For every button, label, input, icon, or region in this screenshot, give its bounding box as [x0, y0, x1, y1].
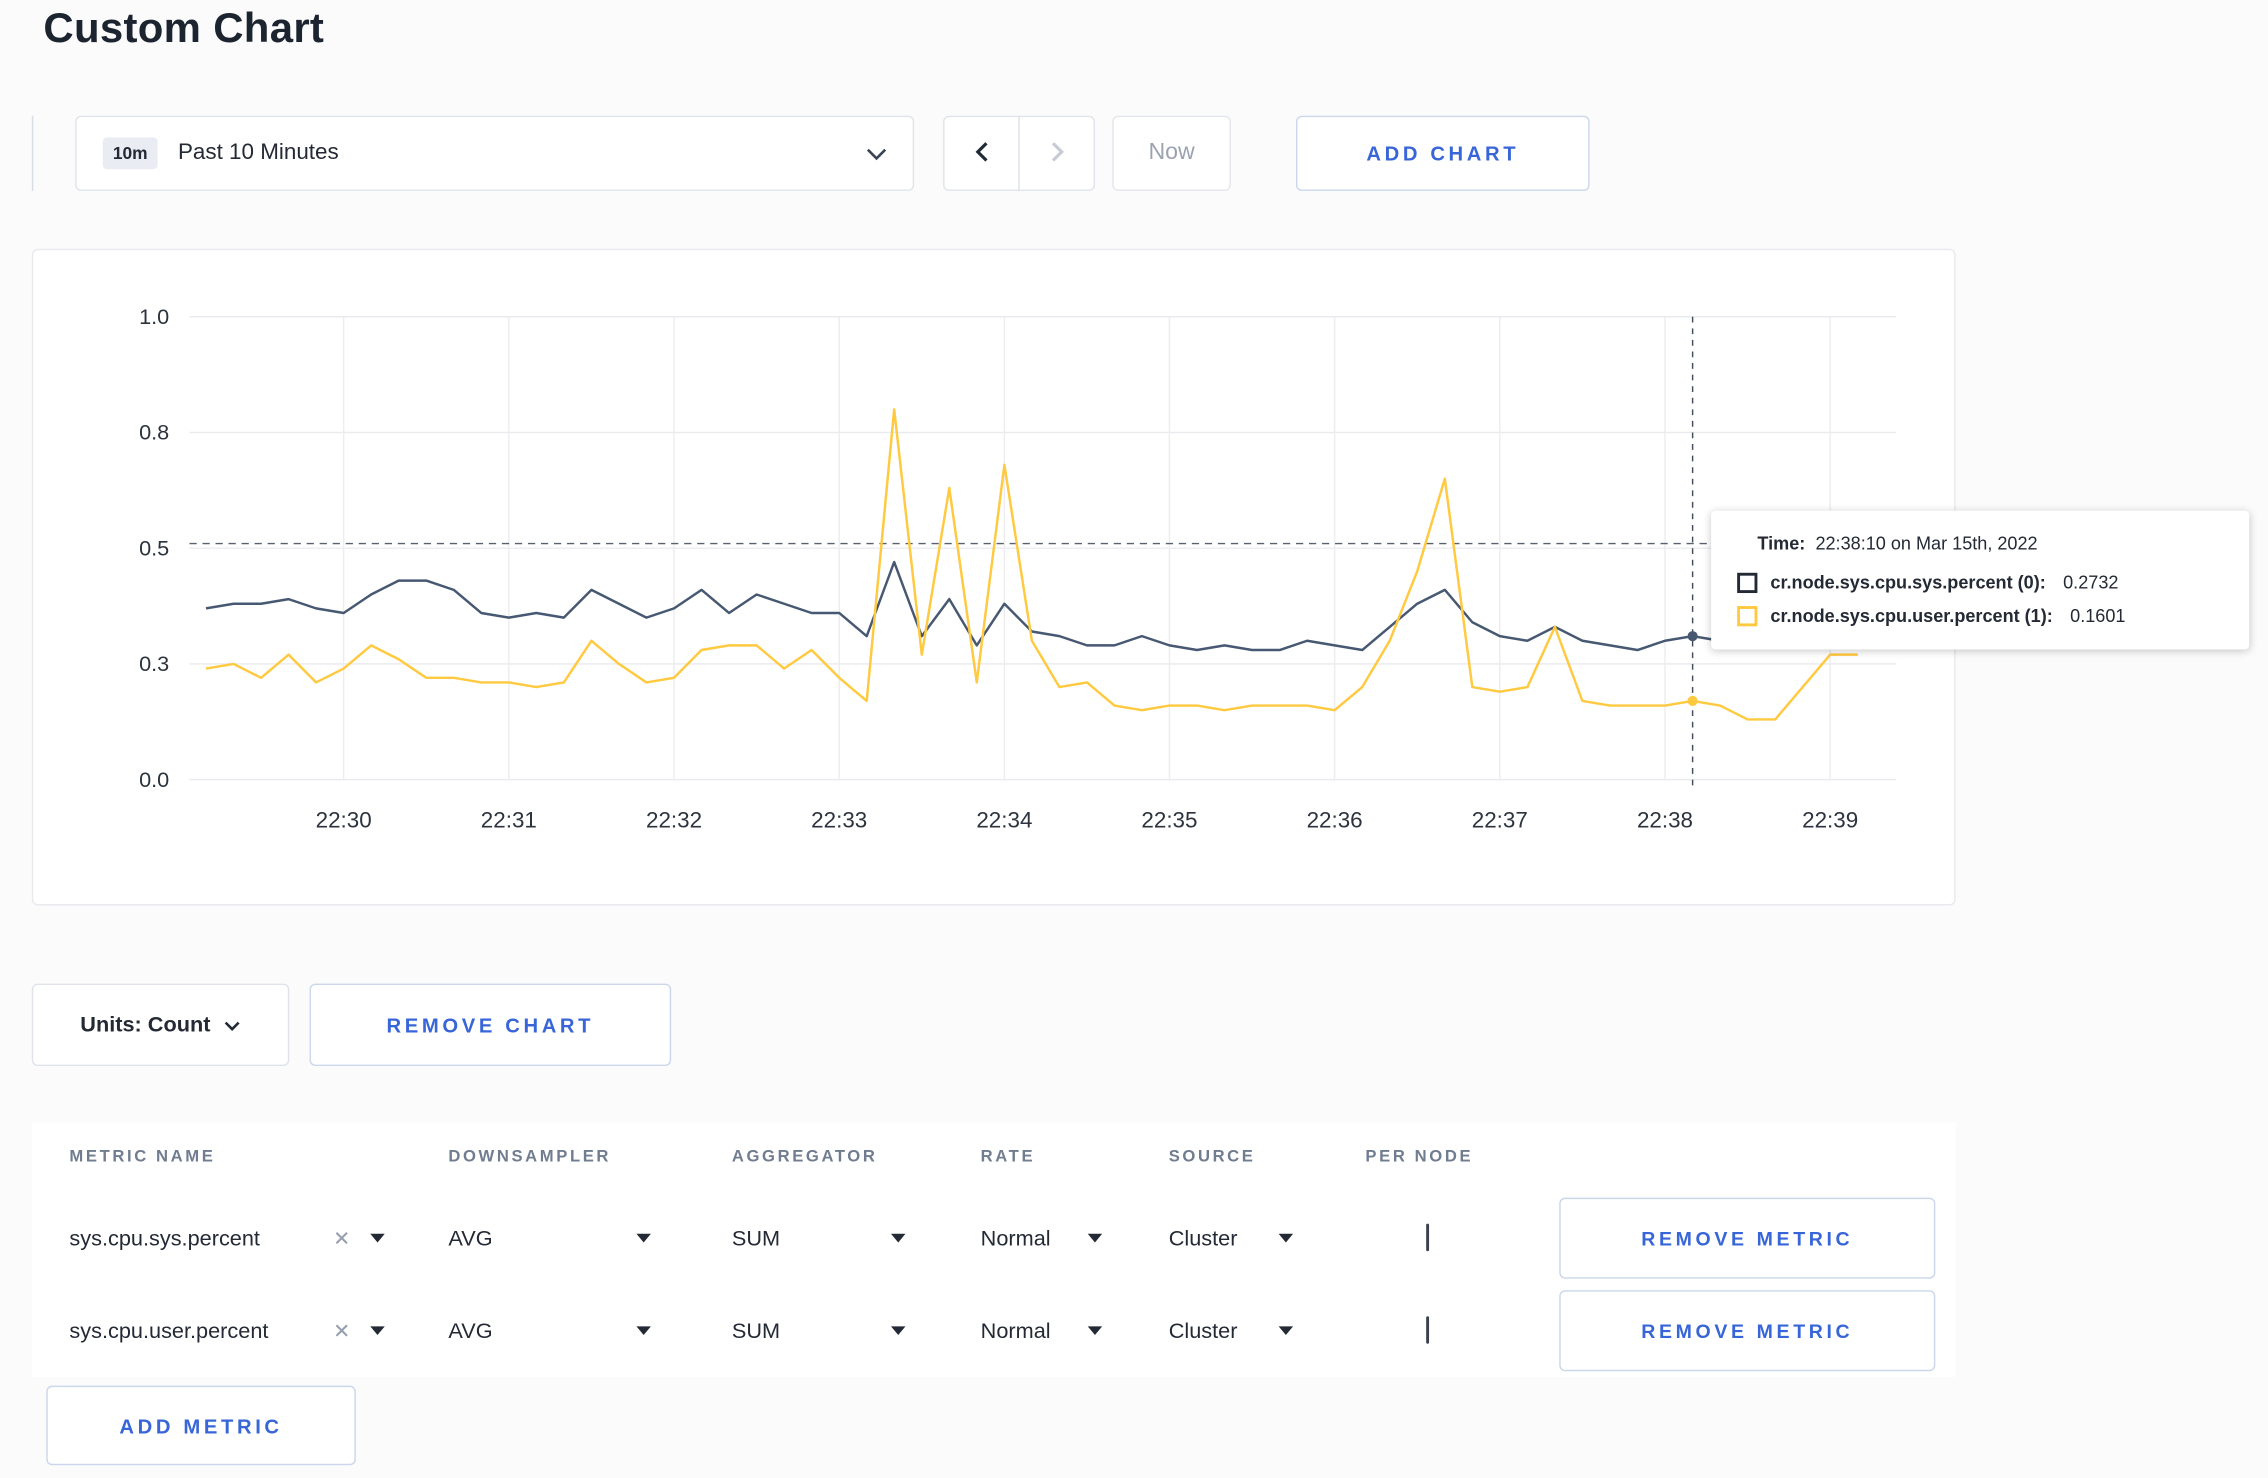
- toolbar: 10m Past 10 Minutes Now ADD CHART: [31, 115, 1590, 191]
- now-button[interactable]: Now: [1112, 115, 1231, 191]
- metric-name-value: sys.cpu.sys.percent: [69, 1225, 260, 1251]
- tooltip-series-row: cr.node.sys.cpu.user.percent (1): 0.1601: [1737, 606, 2223, 627]
- time-range-badge: 10m: [102, 137, 158, 170]
- rate-select[interactable]: Normal: [980, 1225, 1103, 1251]
- svg-text:1.0: 1.0: [139, 304, 169, 329]
- series-swatch-user-icon: [1737, 606, 1758, 627]
- caret-down-icon: [370, 1233, 385, 1243]
- svg-text:22:36: 22:36: [1307, 807, 1363, 832]
- remove-chart-button[interactable]: REMOVE CHART: [309, 983, 672, 1067]
- chevron-left-icon: [974, 140, 988, 167]
- svg-text:0.8: 0.8: [139, 420, 169, 445]
- chart-actions: Units: Count REMOVE CHART: [31, 983, 672, 1067]
- aggregator-select[interactable]: SUM: [732, 1318, 906, 1343]
- units-label: Units: Count: [80, 1012, 211, 1038]
- time-range-value: Past 10 Minutes: [177, 140, 339, 165]
- units-dropdown[interactable]: Units: Count: [31, 983, 290, 1067]
- header-per-node: PER NODE: [1365, 1148, 1474, 1166]
- rate-select[interactable]: Normal: [980, 1318, 1103, 1344]
- rate-value: Normal: [980, 1225, 1051, 1251]
- caret-down-icon: [636, 1326, 651, 1336]
- caret-down-icon: [890, 1326, 906, 1336]
- time-next-button[interactable]: [1018, 115, 1095, 191]
- chart-card: 0.0 0.3 0.5 0.8 1.0 22:30 22:31 22:32 22:33 22:34…: [31, 248, 2250, 907]
- line-chart[interactable]: 0.0 0.3 0.5 0.8 1.0 22:30 22:31 22:32 22:33 22:34…: [33, 250, 1957, 907]
- svg-text:22:32: 22:32: [646, 807, 702, 832]
- custom-chart-page: Custom Chart 10m Past 10 Minutes Now ADD…: [0, 0, 2268, 1478]
- source-select[interactable]: Cluster: [1168, 1225, 1294, 1251]
- remove-metric-button[interactable]: REMOVE METRIC: [1559, 1197, 1936, 1279]
- svg-text:22:35: 22:35: [1141, 807, 1197, 832]
- header-downsampler: DOWNSAMPLER: [448, 1148, 612, 1166]
- downsampler-value: AVG: [448, 1225, 493, 1251]
- metric-name-select[interactable]: sys.cpu.sys.percent ✕: [69, 1225, 385, 1251]
- tooltip-series-name: cr.node.sys.cpu.sys.percent (0):: [1770, 572, 2046, 594]
- caret-down-icon: [1087, 1233, 1103, 1243]
- chevron-right-icon: [1049, 140, 1064, 167]
- source-value: Cluster: [1168, 1318, 1238, 1344]
- metric-name-select[interactable]: sys.cpu.user.percent ✕: [69, 1318, 385, 1344]
- source-value: Cluster: [1168, 1225, 1238, 1251]
- rate-value: Normal: [980, 1318, 1051, 1344]
- chevron-down-icon: [225, 1012, 241, 1037]
- source-select[interactable]: Cluster: [1168, 1318, 1294, 1344]
- table-row: sys.cpu.user.percent ✕ AVG SUM Normal Cl…: [32, 1284, 1956, 1377]
- svg-text:22:31: 22:31: [481, 807, 537, 832]
- toolbar-divider: [31, 115, 34, 191]
- svg-text:22:30: 22:30: [316, 807, 372, 832]
- per-node-checkbox[interactable]: [1426, 1316, 1430, 1344]
- metrics-table-header: METRIC NAME DOWNSAMPLER AGGREGATOR RATE …: [32, 1122, 1956, 1191]
- tooltip-time: Time: 22:38:10 on Mar 15th, 2022: [1757, 534, 2223, 554]
- svg-text:22:37: 22:37: [1472, 807, 1528, 832]
- tooltip-series-name: cr.node.sys.cpu.user.percent (1):: [1770, 606, 2053, 627]
- table-row: sys.cpu.sys.percent ✕ AVG SUM Normal Clu…: [32, 1192, 1956, 1285]
- page-title: Custom Chart: [43, 5, 325, 53]
- tooltip-time-value: 22:38:10 on Mar 15th, 2022: [1815, 533, 2038, 554]
- downsampler-select[interactable]: AVG: [448, 1318, 651, 1344]
- caret-down-icon: [1278, 1233, 1294, 1243]
- aggregator-select[interactable]: SUM: [731, 1225, 906, 1251]
- aggregator-value: SUM: [731, 1318, 781, 1344]
- aggregator-value: SUM: [731, 1225, 781, 1251]
- add-metric-button[interactable]: ADD METRIC: [46, 1385, 356, 1466]
- time-range-dropdown[interactable]: 10m Past 10 Minutes: [75, 115, 915, 191]
- clear-metric-x-icon[interactable]: ✕: [333, 1318, 350, 1343]
- header-metric-name: METRIC NAME: [69, 1148, 216, 1166]
- caret-down-icon: [1087, 1326, 1103, 1336]
- metric-name-value: sys.cpu.user.percent: [69, 1318, 269, 1344]
- chart-tooltip: Time: 22:38:10 on Mar 15th, 2022 cr.node.…: [1711, 510, 2250, 650]
- svg-text:22:39: 22:39: [1802, 807, 1858, 832]
- header-aggregator: AGGREGATOR: [731, 1148, 878, 1166]
- tooltip-series-value: 0.1601: [2070, 606, 2126, 627]
- caret-down-icon: [636, 1233, 651, 1243]
- svg-text:0.5: 0.5: [139, 535, 169, 560]
- time-prev-button[interactable]: [943, 115, 1020, 191]
- tooltip-series-row: cr.node.sys.cpu.sys.percent (0): 0.2732: [1737, 572, 2223, 594]
- time-nav-group: [943, 115, 1095, 191]
- header-source: SOURCE: [1168, 1148, 1256, 1166]
- svg-text:22:33: 22:33: [811, 807, 867, 832]
- svg-text:0.3: 0.3: [139, 651, 169, 676]
- tooltip-time-label: Time:: [1757, 533, 1806, 554]
- svg-text:0.0: 0.0: [139, 767, 169, 792]
- per-node-checkbox[interactable]: [1426, 1223, 1430, 1252]
- add-chart-button[interactable]: ADD CHART: [1295, 115, 1590, 191]
- header-rate: RATE: [980, 1148, 1036, 1166]
- downsampler-select[interactable]: AVG: [448, 1225, 651, 1251]
- svg-text:22:38: 22:38: [1637, 807, 1693, 832]
- downsampler-value: AVG: [448, 1318, 493, 1344]
- caret-down-icon: [1278, 1326, 1294, 1336]
- caret-down-icon: [890, 1233, 906, 1243]
- metrics-table: METRIC NAME DOWNSAMPLER AGGREGATOR RATE …: [31, 1122, 1956, 1377]
- svg-text:22:34: 22:34: [976, 807, 1032, 832]
- chevron-down-icon: [866, 147, 887, 160]
- tooltip-series-value: 0.2732: [2063, 572, 2119, 594]
- caret-down-icon: [370, 1326, 385, 1336]
- clear-metric-x-icon[interactable]: ✕: [333, 1226, 350, 1251]
- series-swatch-sys-icon: [1737, 572, 1758, 594]
- remove-metric-button[interactable]: REMOVE METRIC: [1559, 1290, 1936, 1372]
